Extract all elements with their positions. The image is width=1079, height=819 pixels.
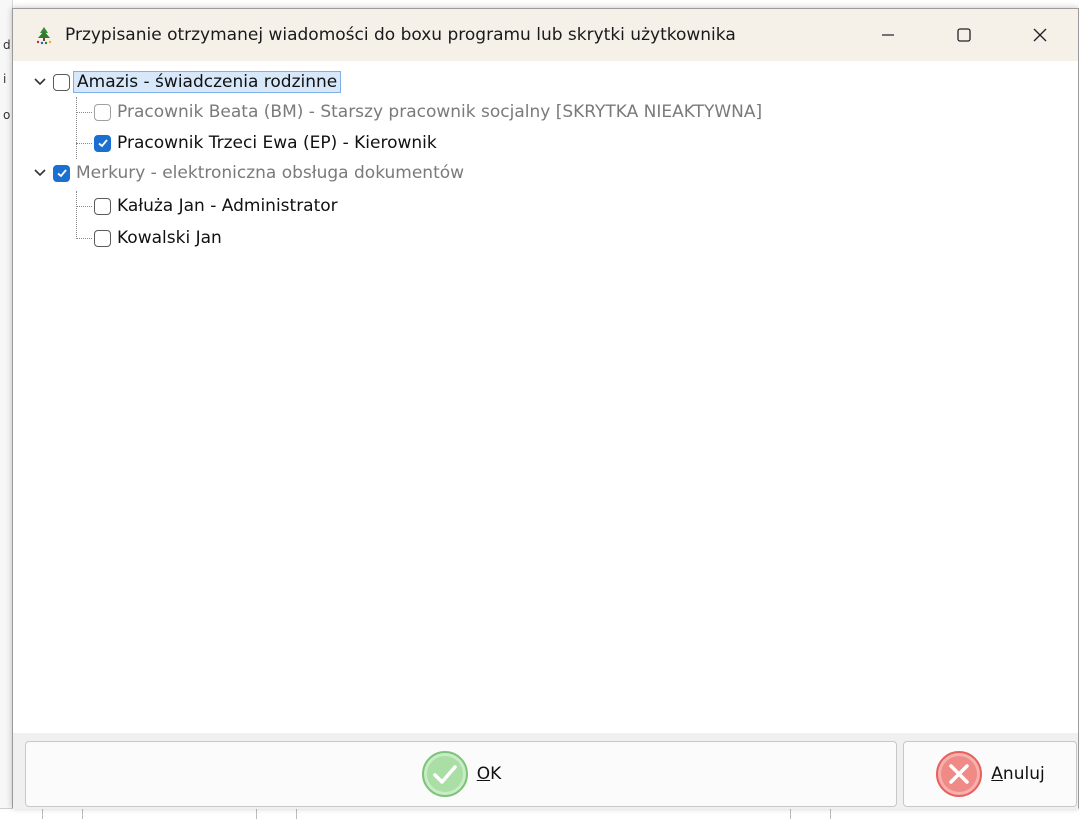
- maximize-icon: [957, 28, 971, 42]
- cancel-button-label: Anuluj: [991, 764, 1045, 784]
- app-tree-icon: [33, 24, 55, 46]
- tree-item-kowalski-jan[interactable]: Kowalski Jan: [94, 224, 225, 252]
- item-label-kaluza-jan[interactable]: Kałuża Jan - Administrator: [114, 195, 341, 217]
- item-label-pracownik-beata[interactable]: Pracownik Beata (BM) - Starszy pracownik…: [114, 101, 765, 123]
- tree-item-pracownik-trzeci-ewa[interactable]: Pracownik Trzeci Ewa (EP) - Kierownik: [94, 129, 440, 157]
- title-bar[interactable]: Przypisanie otrzymanej wiadomości do box…: [13, 9, 1078, 61]
- close-button[interactable]: [1002, 9, 1078, 61]
- cancel-button[interactable]: Anuluj: [903, 741, 1077, 807]
- window-title: Przypisanie otrzymanej wiadomości do box…: [65, 25, 736, 45]
- assignment-tree: Amazis - świadczenia rodzinne Pracownik …: [21, 63, 1077, 734]
- assign-message-dialog: Przypisanie otrzymanej wiadomości do box…: [12, 8, 1079, 809]
- checkmark-icon: [56, 169, 67, 178]
- background-glyph: d: [3, 38, 11, 52]
- close-icon: [1033, 28, 1047, 42]
- tree-group-merkury[interactable]: Merkury - elektroniczna obsługa dokument…: [33, 159, 467, 187]
- chevron-down-icon[interactable]: [33, 166, 47, 180]
- minimize-button[interactable]: [850, 9, 926, 61]
- check-circle-icon: [421, 750, 469, 798]
- tree-item-kaluza-jan[interactable]: Kałuża Jan - Administrator: [94, 192, 341, 220]
- background-top-strip: [0, 0, 1079, 8]
- background-glyph: i: [3, 72, 7, 86]
- background-bottom-strip: [0, 808, 1079, 819]
- checkmark-icon: [97, 139, 108, 148]
- tree-item-pracownik-beata[interactable]: Pracownik Beata (BM) - Starszy pracownik…: [94, 98, 765, 126]
- item-checkbox-kaluza-jan[interactable]: [94, 197, 111, 215]
- tree-group-amazis[interactable]: Amazis - świadczenia rodzinne: [33, 68, 342, 96]
- maximize-button[interactable]: [926, 9, 1002, 61]
- group-label-merkury[interactable]: Merkury - elektroniczna obsługa dokument…: [73, 162, 467, 184]
- item-label-pracownik-trzeci-ewa[interactable]: Pracownik Trzeci Ewa (EP) - Kierownik: [114, 132, 440, 154]
- item-checkbox-kowalski-jan[interactable]: [94, 229, 111, 247]
- item-checkbox-pracownik-trzeci-ewa[interactable]: [94, 134, 111, 152]
- group-checkbox-merkury[interactable]: [53, 164, 70, 182]
- item-label-kowalski-jan[interactable]: Kowalski Jan: [114, 227, 225, 249]
- ok-button[interactable]: OK: [25, 741, 897, 807]
- item-checkbox-pracownik-beata[interactable]: [94, 103, 111, 121]
- group-label-amazis[interactable]: Amazis - świadczenia rodzinne: [73, 71, 342, 93]
- window-controls: [850, 9, 1078, 61]
- background-glyph: o: [3, 108, 11, 122]
- minimize-icon: [882, 34, 894, 36]
- chevron-down-icon[interactable]: [33, 75, 47, 89]
- ok-button-label: OK: [476, 764, 502, 784]
- cancel-circle-icon: [935, 750, 983, 798]
- group-checkbox-amazis[interactable]: [53, 73, 70, 91]
- dialog-footer: OK Anuluj: [13, 733, 1078, 809]
